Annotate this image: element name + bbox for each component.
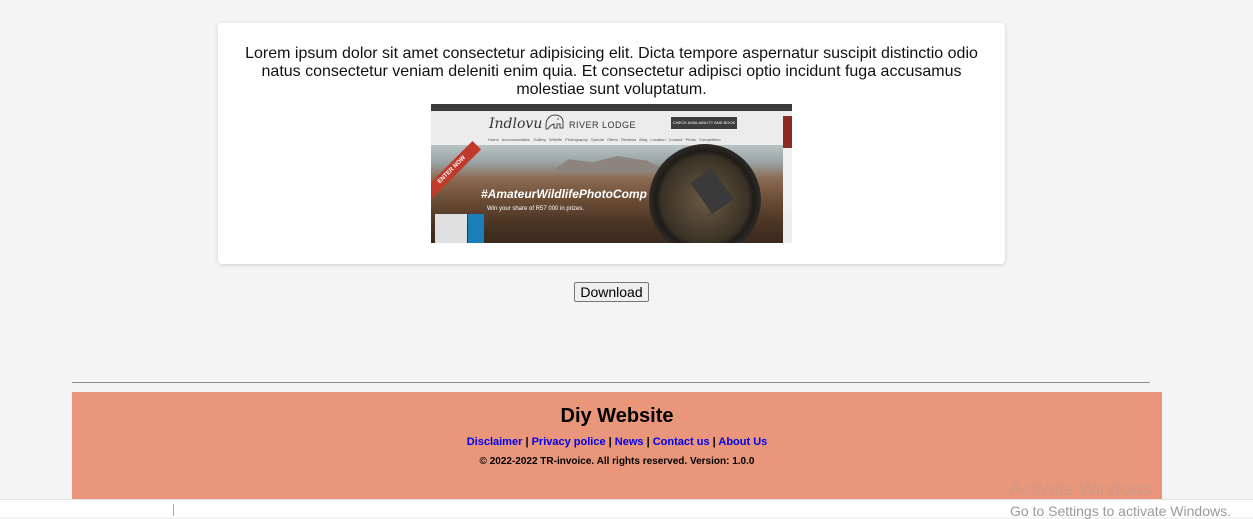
link-separator: | [525, 436, 529, 448]
footer-links: Disclaimer | Privacy police | News | Con… [72, 436, 1162, 448]
taskbar-separator [173, 504, 174, 516]
about-us-link[interactable]: About Us [718, 436, 767, 448]
content-card: Lorem ipsum dolor sit amet consectetur a… [218, 23, 1005, 264]
footer-copyright: © 2022-2022 TR-invoice. All rights reser… [479, 456, 755, 467]
activate-windows-title: Activate Windows [1010, 479, 1153, 499]
banner-nav: Home Accommodation Gallery Wildlife Phot… [488, 137, 721, 142]
footer-title: Diy Website [560, 405, 674, 427]
link-separator: | [608, 436, 612, 448]
footer: Diy Website Disclaimer | Privacy police … [72, 392, 1162, 516]
disclaimer-link[interactable]: Disclaimer [467, 436, 523, 448]
banner-side-panel [783, 148, 792, 212]
banner-small-logo [435, 214, 467, 243]
privacy-police-link[interactable]: Privacy police [532, 436, 606, 448]
download-button[interactable]: Download [574, 282, 649, 302]
link-separator: | [646, 436, 650, 448]
banner-brand: Indlovu [489, 116, 543, 132]
banner-blue-badge [468, 214, 484, 243]
activate-windows-subtitle: Go to Settings to activate Windows. [1010, 503, 1231, 519]
news-link[interactable]: News [615, 436, 644, 448]
contact-us-link[interactable]: Contact us [653, 436, 710, 448]
banner-hashtag: #AmateurWildlifePhotoComp [481, 187, 647, 201]
link-separator: | [712, 436, 716, 448]
banner-lodge-label: RIVER LODGE [569, 120, 637, 130]
banner-cta: CHECK AVAILABILITY AND BOOK [671, 117, 737, 129]
banner-prize-text: Win your share of R57 000 in prizes. [487, 206, 585, 212]
lodge-banner-image: Indlovu RIVER LODGE CHECK AVAILABILITY A… [431, 104, 792, 243]
card-description: Lorem ipsum dolor sit amet consectetur a… [245, 45, 978, 98]
banner-side-tab [783, 116, 792, 148]
footer-divider [72, 382, 1150, 383]
elephant-logo-icon [545, 114, 564, 130]
banner-top-bar [431, 104, 792, 111]
